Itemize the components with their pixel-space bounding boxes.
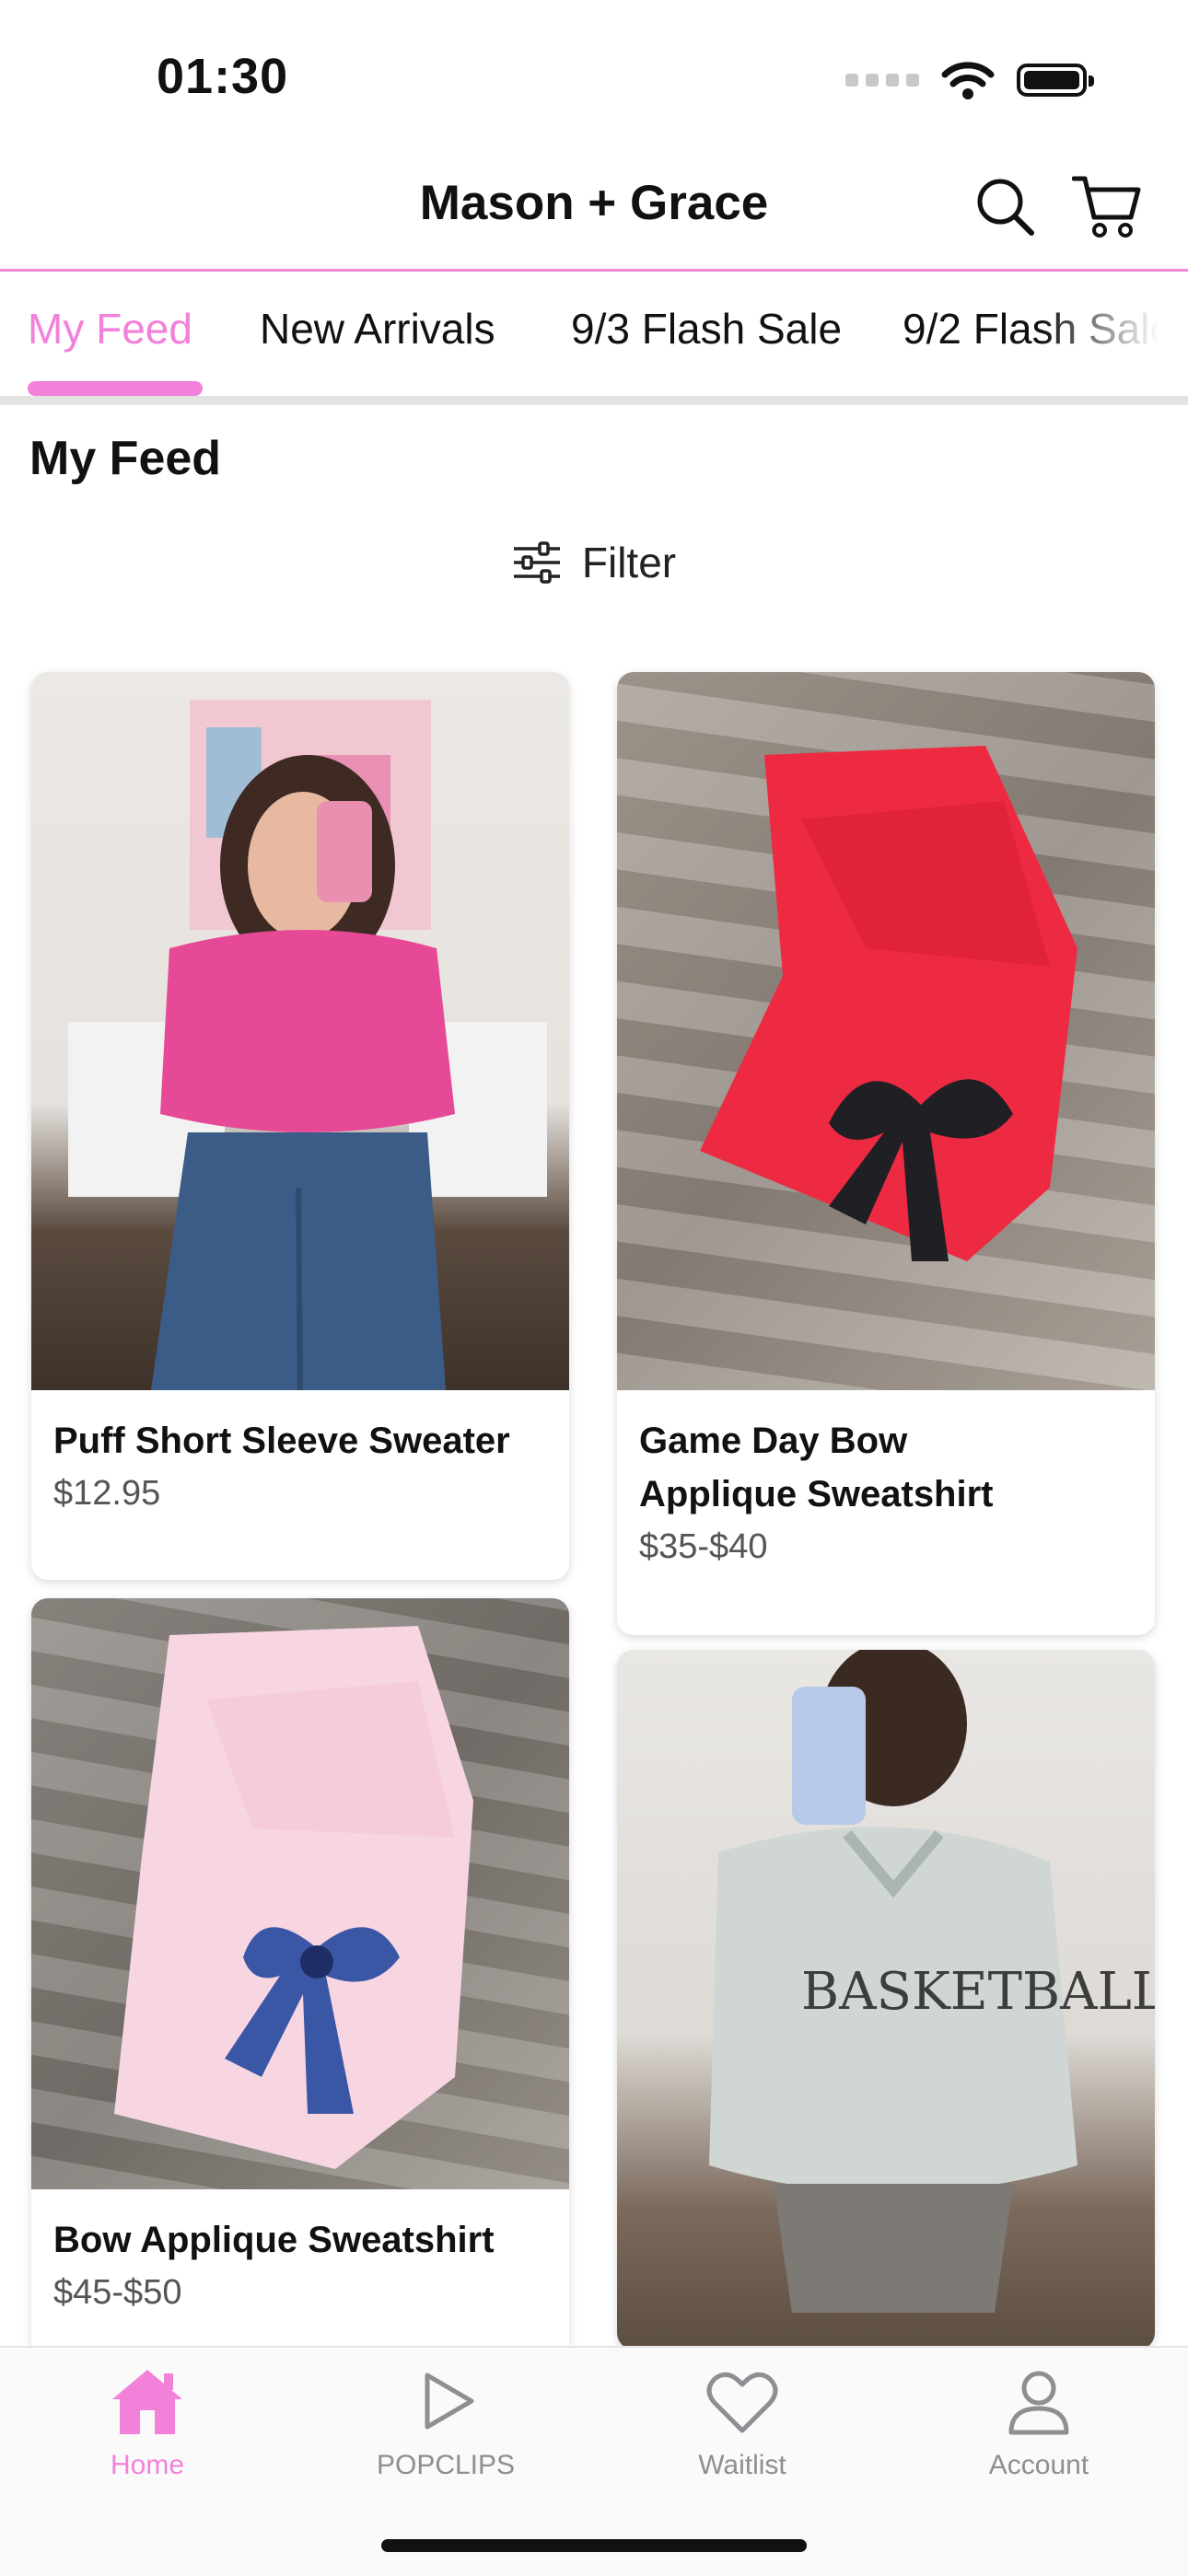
product-card[interactable]: Puff Short Sleeve Sweater $12.95 — [31, 672, 569, 1580]
heart-icon — [706, 2372, 778, 2433]
home-icon — [112, 2370, 182, 2434]
filter-button[interactable]: Filter — [0, 538, 1188, 587]
product-card[interactable]: Bow Applique Sweatshirt $45-$50 — [31, 1598, 569, 2361]
nav-account-label: Account — [988, 2450, 1089, 2480]
cart-icon[interactable] — [1072, 173, 1142, 239]
tab-new-arrivals[interactable]: New Arrivals — [260, 304, 495, 354]
product-title: Game Day Bow Applique Sweatshirt — [639, 1421, 994, 1514]
nav-home[interactable]: Home — [37, 2366, 258, 2481]
cellular-signal-icon — [845, 74, 919, 87]
nav-popclips[interactable]: POPCLIPS — [335, 2366, 556, 2481]
section-title: My Feed — [29, 432, 222, 485]
tab-9-3-flash-sale[interactable]: 9/3 Flash Sale — [571, 304, 842, 354]
product-image — [31, 672, 569, 1390]
product-card[interactable]: BASKETBALL — [617, 1650, 1155, 2350]
tab-my-feed[interactable]: My Feed — [28, 304, 192, 354]
sliders-icon — [513, 541, 560, 584]
product-price: $35-$40 — [639, 1527, 768, 1566]
nav-popclips-label: POPCLIPS — [376, 2450, 516, 2480]
filter-label: Filter — [581, 539, 677, 586]
person-icon — [1008, 2371, 1069, 2435]
product-title: Puff Short Sleeve Sweater — [53, 1421, 510, 1461]
product-image — [617, 672, 1155, 1390]
status-time: 01:30 — [157, 49, 289, 104]
nav-waitlist-label: Waitlist — [698, 2450, 786, 2480]
tabs-divider — [0, 396, 1188, 405]
svg-text:BASKETBALL: BASKETBALL — [801, 1962, 1155, 2022]
nav-account[interactable]: Account — [928, 2366, 1149, 2481]
wifi-icon — [941, 62, 995, 99]
product-price: $45-$50 — [53, 2273, 182, 2312]
play-icon — [425, 2373, 474, 2430]
search-icon[interactable] — [974, 176, 1035, 237]
nav-home-label: Home — [110, 2450, 185, 2480]
header-divider — [0, 269, 1188, 272]
product-card[interactable]: Game Day Bow Applique Sweatshirt $35-$40 — [617, 672, 1155, 1635]
status-indicators — [845, 57, 1094, 103]
product-price: $12.95 — [53, 1474, 161, 1513]
battery-icon — [1017, 64, 1094, 97]
home-indicator — [381, 2539, 807, 2552]
product-title: Bow Applique Sweatshirt — [53, 2220, 495, 2260]
header-actions — [974, 173, 1142, 239]
product-image: BASKETBALL — [617, 1650, 1155, 2350]
product-image — [31, 1598, 569, 2189]
active-tab-indicator — [28, 381, 203, 396]
tabs-fade — [1041, 295, 1188, 387]
nav-waitlist[interactable]: Waitlist — [632, 2366, 853, 2481]
